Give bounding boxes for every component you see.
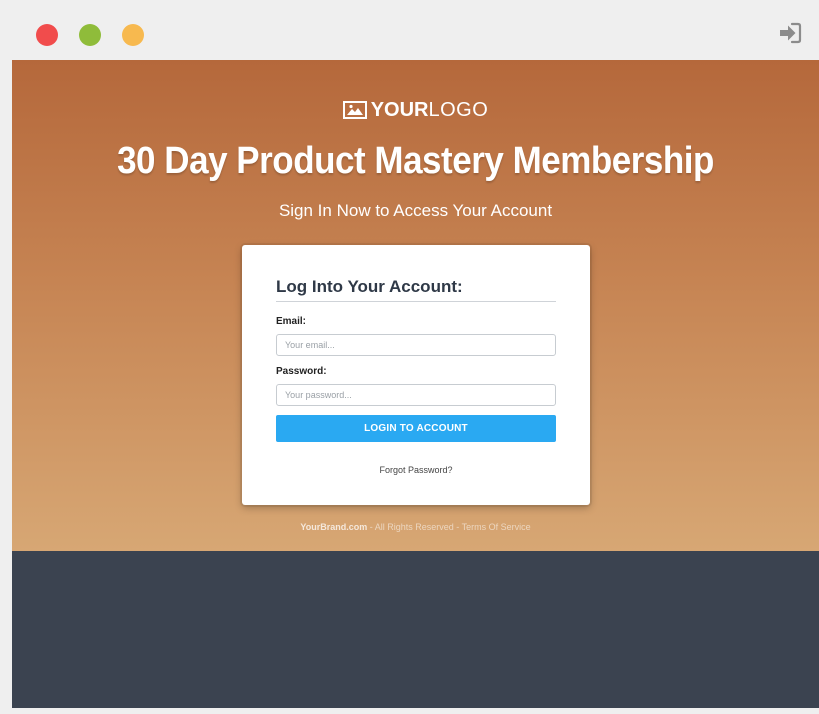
page-title: 30 Day Product Mastery Membership: [117, 140, 714, 182]
browser-window: YOURLOGO 30 Day Product Mastery Membersh…: [0, 0, 819, 714]
page-subtitle: Sign In Now to Access Your Account: [278, 201, 553, 220]
logo-text-light: LOGO: [428, 99, 489, 121]
window-maximize-button[interactable]: [122, 24, 144, 46]
login-card-divider: [276, 301, 556, 302]
window-close-button[interactable]: [36, 24, 58, 46]
page-viewport: YOURLOGO 30 Day Product Mastery Membersh…: [12, 60, 819, 708]
footer: YourBrand.com - All Rights Reserved - Te…: [12, 522, 819, 532]
dark-bottom-section: [12, 551, 819, 708]
footer-separator: -: [453, 522, 462, 532]
image-icon: [342, 101, 367, 119]
login-button[interactable]: LOGIN TO ACCOUNT: [276, 415, 556, 442]
password-input[interactable]: [276, 384, 556, 406]
sign-in-icon[interactable]: [777, 20, 803, 46]
window-titlebar: [0, 0, 819, 60]
forgot-password-link[interactable]: Forgot Password?: [276, 465, 556, 475]
hero-section: YOURLOGO 30 Day Product Mastery Membersh…: [12, 60, 819, 551]
password-label: Password:: [276, 366, 327, 377]
logo-text-strong: YOUR: [370, 99, 429, 121]
brand-logo: YOURLOGO: [12, 98, 819, 122]
footer-brand-link[interactable]: YourBrand.com: [300, 522, 367, 532]
terms-of-service-link[interactable]: Terms Of Service: [462, 522, 531, 532]
window-minimize-button[interactable]: [79, 24, 101, 46]
email-label: Email:: [276, 316, 307, 327]
footer-rights: All Rights Reserved: [374, 522, 454, 532]
login-card-title: Log Into Your Account:: [276, 277, 463, 296]
footer-separator: -: [367, 522, 375, 532]
email-input[interactable]: [276, 334, 556, 356]
login-card: Log Into Your Account: Email: Password: …: [242, 245, 590, 505]
